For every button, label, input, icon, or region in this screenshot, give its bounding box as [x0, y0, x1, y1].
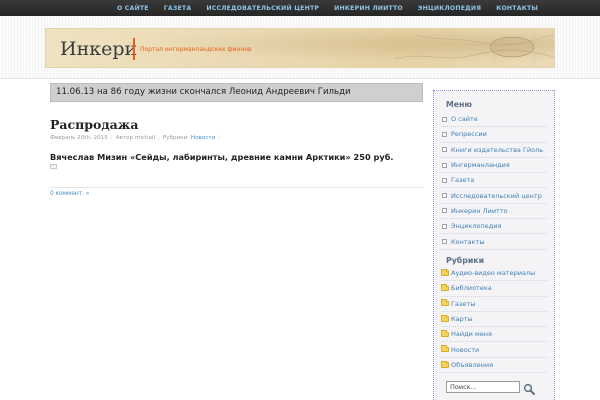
topnav-item-research-center[interactable]: ИССЛЕДОВАТЕЛЬСКИЙ ЦЕНТР	[206, 5, 319, 12]
menu-widget-title: Меню	[446, 100, 473, 109]
bullet-icon	[442, 223, 447, 229]
folder-icon	[441, 269, 449, 276]
bullet-icon	[442, 208, 447, 214]
rubric-item[interactable]: Библиотека	[441, 281, 548, 297]
menu-item[interactable]: О сайте	[441, 112, 548, 128]
rubric-item[interactable]: Аудио-видео материалы	[441, 266, 548, 282]
sidebar: Меню О сайте Репрессии Книги издательств…	[433, 90, 555, 400]
menu-item[interactable]: Книги издательства Гйоль	[441, 143, 548, 158]
menu-item[interactable]: Газета	[441, 173, 548, 189]
post-rubrics-label: Рубрики:	[162, 135, 190, 141]
topnav-item-contacts[interactable]: КОНТАКТЫ	[496, 5, 538, 12]
site-title[interactable]: Инкери	[60, 38, 137, 60]
menu-item-label: Энциклопедия	[451, 222, 502, 231]
search-input[interactable]	[446, 381, 520, 393]
folder-icon	[441, 345, 449, 353]
menu-item-label: Исследовательский центр	[451, 191, 542, 200]
bullet-icon	[442, 147, 447, 153]
menu-item[interactable]: Энциклопедия	[441, 219, 548, 235]
bullet-icon	[442, 162, 447, 168]
topnav-item-encyclopedia[interactable]: ЭНЦИКЛОПЕДИЯ	[418, 5, 481, 12]
rubric-item[interactable]: Объявления	[441, 358, 548, 374]
folder-icon	[441, 360, 449, 368]
menu-item[interactable]: Репрессии	[441, 127, 548, 143]
post-rubric-link[interactable]: Новости	[191, 135, 215, 141]
rubric-item-label: Объявления	[451, 360, 493, 369]
menu-item-label: Контакты	[451, 237, 485, 246]
menu-list: О сайте Репрессии Книги издательства Гйо…	[441, 112, 548, 250]
menu-item-label: Инкерин Лиитто	[451, 206, 508, 215]
rubric-item-label: Газеты	[451, 299, 476, 308]
menu-item[interactable]: Контакты	[441, 234, 548, 250]
bullet-icon	[442, 239, 447, 245]
title-separator	[133, 38, 135, 60]
post-meta: Февраль 20th, 2015 | Автор michail | Рубрики…	[50, 135, 221, 141]
menu-item-label: Репрессии	[451, 130, 487, 139]
rubric-item[interactable]: Карты	[441, 312, 548, 328]
menu-item[interactable]: Ингерманландия	[441, 158, 548, 174]
top-nav: О САЙТЕ ГАЗЕТА ИССЛЕДОВАТЕЛЬСКИЙ ЦЕНТР И…	[102, 0, 538, 16]
menu-item-label: О сайте	[451, 115, 478, 124]
rubric-item[interactable]: Найди меня	[441, 327, 548, 343]
rubric-item[interactable]: Новости	[441, 342, 548, 358]
folder-icon	[441, 299, 449, 307]
post-title[interactable]: Распродажа	[50, 117, 139, 132]
post-date: Февраль 20th, 2015	[50, 135, 108, 141]
rubrics-widget-title: Рубрики	[446, 256, 485, 265]
bullet-icon	[442, 177, 447, 183]
menu-item-label: Газета	[451, 176, 475, 185]
search-icon[interactable]	[523, 383, 535, 395]
folder-icon	[441, 330, 449, 338]
map-illustration	[394, 29, 554, 67]
rubric-item[interactable]: Газеты	[441, 297, 548, 312]
post-body: Вячеслав Мизин «Сейды, лабиринты, древни…	[50, 152, 394, 162]
rubrics-list: Аудио-видео материалы Библиотека Газеты …	[441, 266, 548, 374]
top-navigation-bar: О САЙТЕ ГАЗЕТА ИССЛЕДОВАТЕЛЬСКИЙ ЦЕНТР И…	[0, 0, 600, 16]
folder-icon	[441, 284, 449, 292]
topnav-item-newspaper[interactable]: ГАЗЕТА	[164, 5, 192, 12]
site-banner: Инкери Портал ингерманландских финнов	[45, 28, 555, 68]
image-placeholder-icon	[50, 164, 57, 169]
rubric-item-label: Новости	[451, 345, 480, 354]
bullet-icon	[442, 116, 447, 122]
menu-item-label: Ингерманландия	[451, 161, 510, 170]
menu-item[interactable]: Исследовательский центр	[441, 188, 548, 204]
topnav-item-inkerin-liitto[interactable]: ИНКЕРИН ЛИИТТО	[334, 5, 403, 12]
rubric-item-label: Библиотека	[451, 284, 492, 293]
menu-item[interactable]: Инкерин Лиитто	[441, 204, 548, 220]
post-divider	[50, 187, 423, 188]
rubric-item-label: Аудио-видео материалы	[451, 269, 536, 278]
rubric-item-label: Найди меня	[451, 330, 492, 339]
rubric-item-label: Карты	[451, 315, 473, 324]
comments-link[interactable]: 0 коммент. »	[50, 191, 89, 197]
site-tagline: Портал ингерманландских финнов	[140, 46, 252, 53]
bullet-icon	[442, 131, 447, 137]
post-author: Автор michail	[115, 135, 156, 141]
bullet-icon	[442, 193, 447, 199]
folder-icon	[441, 314, 449, 322]
topnav-item-about[interactable]: О САЙТЕ	[117, 5, 149, 12]
menu-item-label: Книги издательства Гйоль	[451, 145, 544, 154]
news-ticker[interactable]: 11.06.13 на 86 году жизни скончался Леон…	[50, 83, 423, 102]
